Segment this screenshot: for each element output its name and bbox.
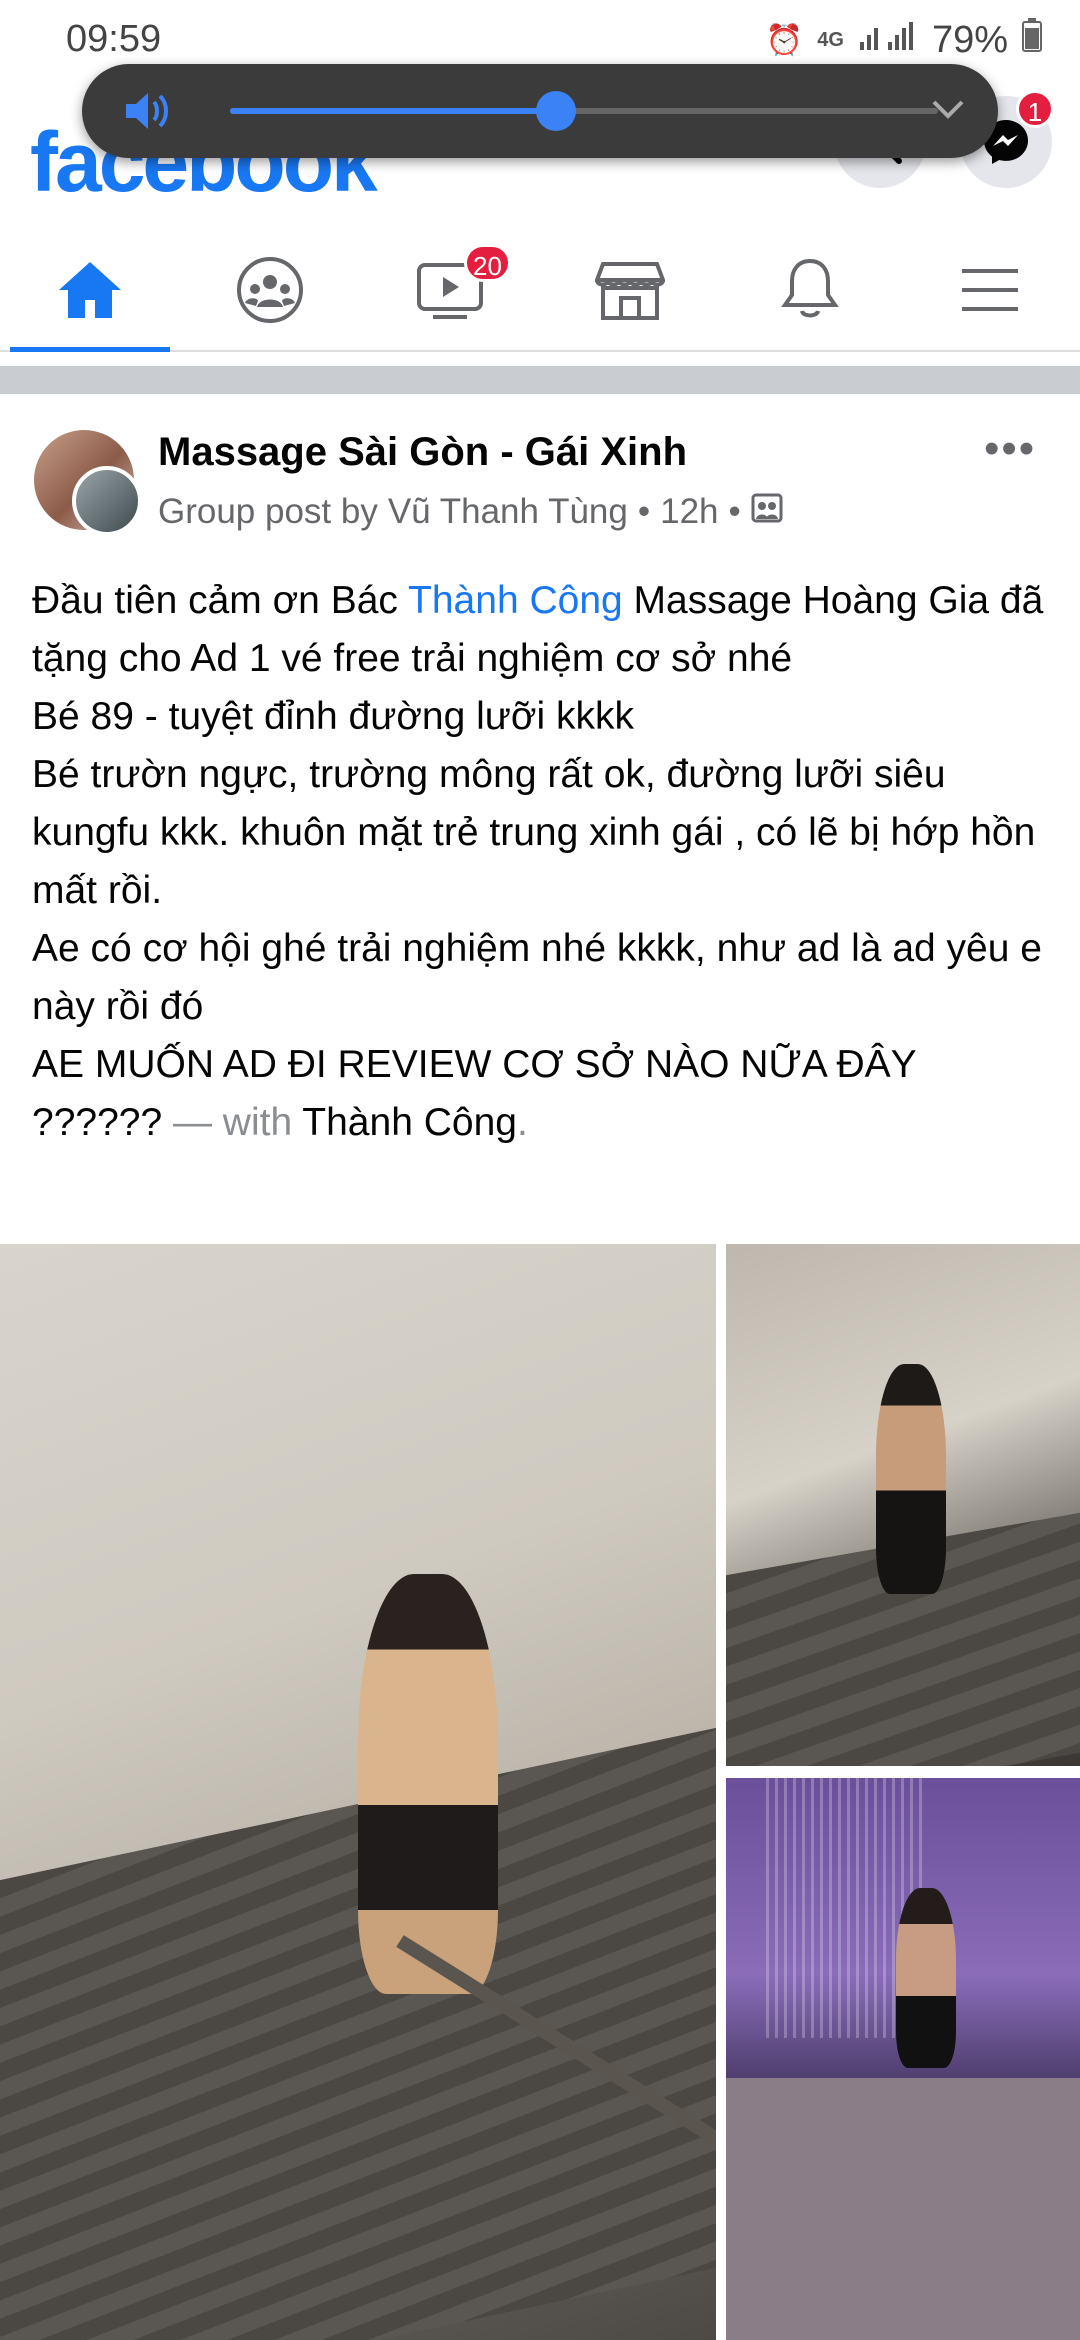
groups-icon xyxy=(237,257,303,323)
group-privacy-icon xyxy=(751,492,783,532)
signal-icon xyxy=(858,20,918,60)
volume-knob[interactable] xyxy=(535,91,576,131)
chevron-down-icon[interactable] xyxy=(928,94,968,129)
post-text-end: . xyxy=(516,1101,528,1144)
tab-groups[interactable] xyxy=(180,230,360,350)
person-figure xyxy=(876,1364,946,1594)
more-options-button[interactable]: ••• xyxy=(984,424,1036,474)
battery-level: 79% xyxy=(931,18,1008,61)
with-label: — with xyxy=(162,1101,303,1144)
home-icon xyxy=(59,262,121,318)
volume-fill xyxy=(230,108,556,114)
battery-icon xyxy=(1022,18,1042,62)
mention-link[interactable]: Thành Công xyxy=(408,579,623,622)
person-figure xyxy=(358,1574,498,1994)
tab-marketplace[interactable] xyxy=(540,230,720,350)
meta-prefix: Group post by xyxy=(158,492,378,531)
post-author[interactable]: Vũ Thanh Tùng xyxy=(388,492,628,532)
post-text-part: Đầu tiên cảm ơn Bác xyxy=(32,579,409,622)
tab-notifications[interactable] xyxy=(720,230,900,350)
post-photo-secondary[interactable] xyxy=(726,1244,1080,1766)
network-type: 4G xyxy=(817,28,844,51)
feed-separator xyxy=(0,366,1080,394)
person-figure xyxy=(896,1888,956,2068)
author-avatar[interactable] xyxy=(72,466,142,536)
bed-shape xyxy=(726,2078,1080,2340)
status-time: 09:59 xyxy=(66,18,162,60)
group-name[interactable]: Massage Sài Gòn - Gái Xinh xyxy=(158,430,687,475)
meta-dot: • xyxy=(637,492,651,531)
volume-icon[interactable] xyxy=(124,90,170,137)
alarm-icon: ⏰ xyxy=(765,23,804,57)
tab-home[interactable] xyxy=(0,230,180,352)
volume-overlay xyxy=(82,64,998,158)
status-icons: ⏰ 4G 79% xyxy=(766,18,1042,62)
tab-watch[interactable]: 20 xyxy=(360,230,540,350)
post-text-part: Massage Hoàng Gia đã tặng cho Ad 1 vé fr… xyxy=(32,579,1044,1144)
meta-dot: • xyxy=(728,492,741,531)
bell-icon xyxy=(781,258,839,318)
tagged-person[interactable]: Thành Công xyxy=(302,1101,517,1144)
watch-badge: 20 xyxy=(464,244,511,282)
tab-menu[interactable] xyxy=(900,230,1080,350)
post-time[interactable]: 12h xyxy=(660,492,718,532)
post-photo-tertiary[interactable] xyxy=(726,1778,1080,2340)
post-text: Đầu tiên cảm ơn Bác Thành Công Massage H… xyxy=(32,572,1052,1152)
tab-bar: 20 xyxy=(0,230,1080,352)
post-photo-main[interactable] xyxy=(0,1244,716,2340)
volume-slider[interactable] xyxy=(230,91,938,131)
menu-icon xyxy=(962,269,1018,311)
marketplace-icon xyxy=(595,262,665,320)
messenger-badge: 1 xyxy=(1016,90,1054,128)
post-meta: Group post by Vũ Thanh Tùng • 12h • xyxy=(158,492,783,532)
post-header: Massage Sài Gòn - Gái Xinh Group post by… xyxy=(0,394,1080,554)
